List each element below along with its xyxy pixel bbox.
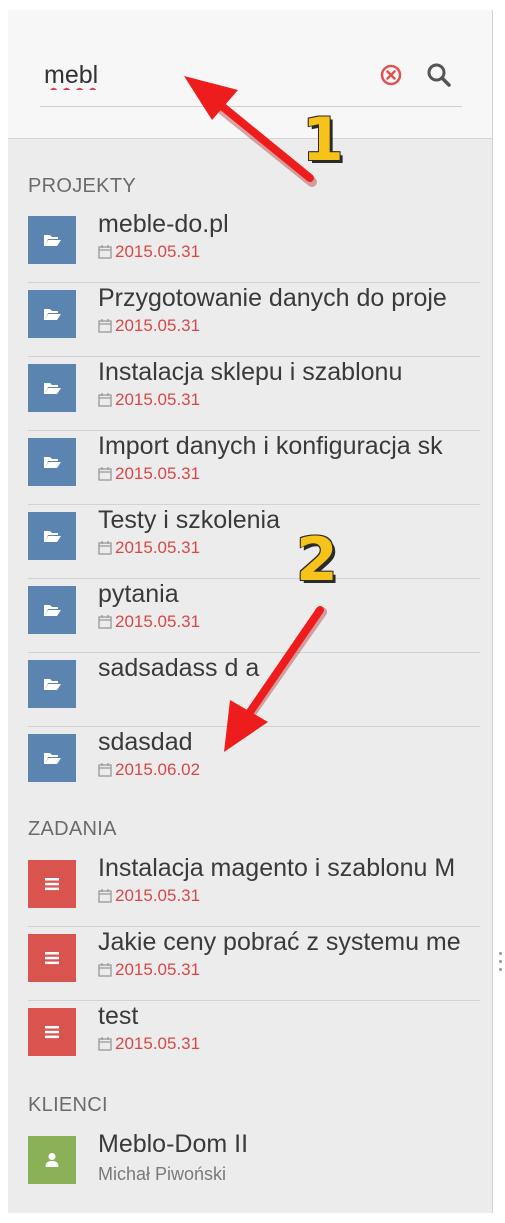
search-results-panel: PROJEKTY meble-do.pl 2015.05.31 Przygoto…: [8, 10, 493, 1213]
list-item-task[interactable]: Instalacja magento i szablonu M 2015.05.…: [28, 852, 480, 927]
clear-circle-icon[interactable]: [380, 64, 402, 86]
date-value: 2015.05.31: [115, 960, 201, 979]
list-item-task[interactable]: test 2015.05.31: [28, 1000, 480, 1074]
item-date: 2015.05.31: [98, 612, 200, 632]
list-item-task[interactable]: Jakie ceny pobrać z systemu me 2015.05.3…: [28, 926, 480, 1001]
item-date: 2015.05.31: [98, 538, 200, 558]
list-item-project[interactable]: sdasdad 2015.06.02: [28, 726, 480, 800]
project-tile: [28, 512, 76, 560]
date-value: 2015.05.31: [115, 538, 201, 557]
project-tile: [28, 734, 76, 782]
list-icon: [45, 1026, 59, 1039]
list-item-project[interactable]: Instalacja sklepu i szablonu 2015.05.31: [28, 356, 480, 431]
calendar-icon: [98, 963, 112, 977]
search-underline: [40, 106, 462, 107]
folder-open-icon: [44, 457, 61, 468]
item-title: sdasdad: [98, 728, 193, 756]
section-title-tasks: ZADANIA: [28, 818, 117, 840]
list-item-project[interactable]: pytania 2015.05.31: [28, 578, 480, 653]
calendar-icon: [98, 1037, 112, 1051]
project-tile: [28, 364, 76, 412]
item-title: pytania: [98, 580, 179, 608]
date-value: 2015.05.31: [115, 316, 201, 335]
calendar-icon: [98, 393, 112, 407]
folder-open-icon: [44, 235, 61, 246]
calendar-icon: [98, 615, 112, 629]
item-date: 2015.05.31: [98, 390, 200, 410]
item-date: 2015.05.31: [98, 1034, 200, 1054]
date-value: 2015.05.31: [115, 886, 201, 905]
date-value: 2015.05.31: [115, 612, 201, 631]
date-value: 2015.06.02: [115, 760, 201, 779]
item-subtitle: Michał Piwoński: [98, 1164, 227, 1184]
project-tile: [28, 586, 76, 634]
folder-open-icon: [44, 383, 61, 394]
calendar-icon: [98, 319, 112, 333]
item-title: Meblo-Dom II: [98, 1130, 249, 1158]
item-title: Przygotowanie danych do proje: [98, 284, 447, 312]
date-value: 2015.05.31: [115, 464, 201, 483]
item-date: 2015.05.31: [98, 242, 200, 262]
folder-open-icon: [44, 753, 61, 764]
list-item-project[interactable]: meble-do.pl 2015.05.31: [28, 208, 480, 283]
calendar-icon: [98, 467, 112, 481]
folder-open-icon: [44, 309, 61, 320]
date-value: 2015.05.31: [115, 1034, 201, 1053]
item-title: Instalacja magento i szablonu M: [98, 854, 456, 882]
item-title: Import danych i konfiguracja sk: [98, 432, 443, 460]
project-tile: [28, 438, 76, 486]
section-title-clients: KLIENCI: [28, 1094, 108, 1116]
calendar-icon: [98, 763, 112, 777]
annotation-number-1: 1: [302, 105, 344, 175]
list-item-project[interactable]: Przygotowanie danych do proje 2015.05.31: [28, 282, 480, 357]
search-box: [8, 10, 492, 139]
item-date: 2015.05.31: [98, 886, 200, 906]
date-value: 2015.05.31: [115, 242, 201, 261]
project-tile: [28, 290, 76, 338]
list-item-project[interactable]: sadsadass d a: [28, 652, 480, 727]
list-item-project[interactable]: Import danych i konfiguracja sk 2015.05.…: [28, 430, 480, 505]
date-value: 2015.05.31: [115, 390, 201, 409]
annotation-number-2: 2: [296, 525, 338, 595]
list-item-client[interactable]: Meblo-Dom II Michał Piwoński: [28, 1128, 480, 1202]
item-title: Testy i szkolenia: [98, 506, 281, 534]
calendar-icon: [98, 889, 112, 903]
project-tile: [28, 660, 76, 708]
task-tile: [28, 934, 76, 982]
item-title: test: [98, 1002, 139, 1030]
client-tile: [28, 1136, 76, 1184]
item-date: 2015.06.02: [98, 760, 200, 780]
resize-handle[interactable]: [499, 952, 503, 978]
list-icon: [45, 952, 59, 965]
item-date: 2015.05.31: [98, 316, 200, 336]
folder-open-icon: [44, 679, 61, 690]
search-icon[interactable]: [426, 62, 452, 88]
task-tile: [28, 1008, 76, 1056]
calendar-icon: [98, 541, 112, 555]
item-title: Jakie ceny pobrać z systemu me: [98, 928, 461, 956]
user-icon: [45, 1153, 59, 1167]
list-item-project[interactable]: Testy i szkolenia 2015.05.31: [28, 504, 480, 579]
section-title-projects: PROJEKTY: [28, 175, 136, 197]
task-tile: [28, 860, 76, 908]
item-title: Instalacja sklepu i szablonu: [98, 358, 403, 386]
project-tile: [28, 216, 76, 264]
list-icon: [45, 878, 59, 891]
item-date: 2015.05.31: [98, 960, 200, 980]
item-title: meble-do.pl: [98, 210, 229, 238]
item-title: sadsadass d a: [98, 654, 260, 682]
item-date: 2015.05.31: [98, 464, 200, 484]
search-input[interactable]: [42, 56, 346, 94]
calendar-icon: [98, 245, 112, 259]
folder-open-icon: [44, 605, 61, 616]
folder-open-icon: [44, 531, 61, 542]
